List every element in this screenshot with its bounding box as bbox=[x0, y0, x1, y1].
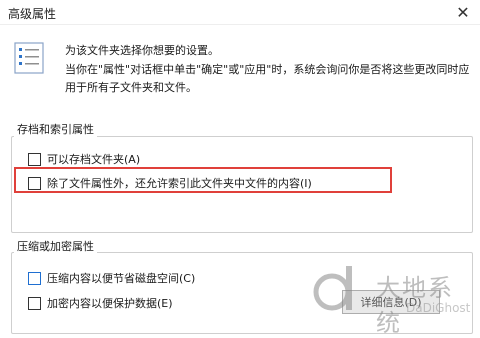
encrypt-option[interactable]: 加密内容以便保护数据(E) bbox=[28, 295, 173, 311]
encrypt-checkbox[interactable] bbox=[28, 296, 41, 310]
watermark-subtext: DaDiGhost bbox=[406, 301, 471, 315]
index-content-option[interactable]: 除了文件属性外，还允许索引此文件夹中文件的内容(I) bbox=[28, 175, 312, 191]
archive-group-title: 存档和索引属性 bbox=[14, 121, 97, 137]
archive-folder-label: 可以存档文件夹(A) bbox=[47, 153, 141, 166]
compress-option[interactable]: 压缩内容以便节省磁盘空间(C) bbox=[28, 270, 195, 286]
properties-list-icon bbox=[14, 42, 44, 74]
compress-label: 压缩内容以便节省磁盘空间(C) bbox=[47, 272, 196, 285]
watermark-logo-icon bbox=[313, 266, 352, 311]
dialog-title: 高级属性 bbox=[8, 7, 57, 21]
compress-group-title: 压缩或加密属性 bbox=[14, 238, 97, 254]
watermark: 大地系统 DaDiGhost bbox=[306, 262, 476, 337]
intro-description: 当你在"属性"对话框中单击"确定"或"应用"时，系统会询问你是否将这些更改同时应… bbox=[65, 63, 470, 94]
encrypt-label: 加密内容以便保护数据(E) bbox=[47, 297, 173, 310]
index-content-checkbox[interactable] bbox=[28, 176, 41, 190]
archive-folder-checkbox[interactable] bbox=[28, 152, 41, 166]
intro-text: 为该文件夹选择你想要的设置。 bbox=[65, 44, 219, 57]
advanced-attributes-dialog: 高级属性 ✕ 为该文件夹选择你想要的设置。 当你在"属性"对话框中单击"确定"或… bbox=[0, 0, 480, 337]
title-bar: 高级属性 ✕ bbox=[0, 0, 480, 25]
close-icon[interactable]: ✕ bbox=[446, 0, 480, 24]
compress-checkbox[interactable] bbox=[28, 271, 41, 285]
index-content-label: 除了文件属性外，还允许索引此文件夹中文件的内容(I) bbox=[47, 177, 312, 190]
archive-folder-option[interactable]: 可以存档文件夹(A) bbox=[28, 151, 140, 167]
